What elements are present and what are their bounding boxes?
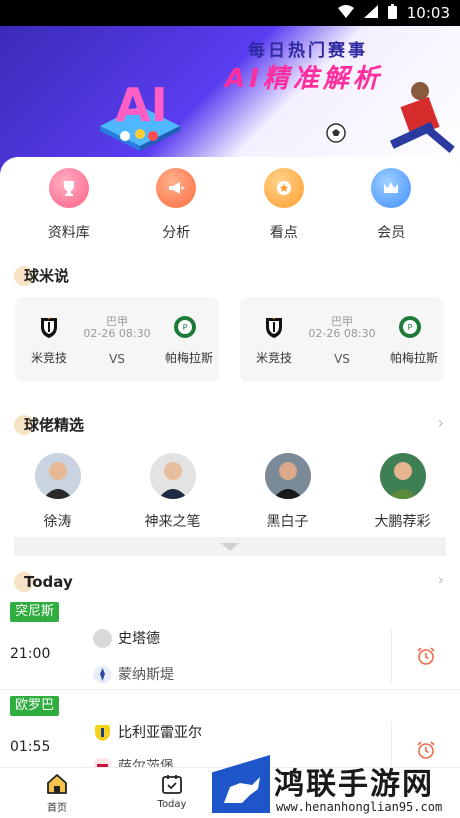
tab-home-label: 首页: [47, 803, 67, 814]
match-time: 01:55: [10, 739, 51, 755]
crown-icon: [371, 168, 412, 208]
expert-list: 徐涛 神来之笔 黑白子 大鹏荐彩: [0, 453, 460, 531]
alarm-clock-icon[interactable]: [416, 646, 436, 666]
avatar: [149, 453, 196, 499]
expert-name: 徐涛: [43, 514, 72, 530]
away-team-name: 蒙纳斯堤: [118, 667, 174, 683]
today-more-chevron-icon[interactable]: ›: [438, 570, 444, 589]
expert-name: 大鹏荐彩: [374, 514, 431, 530]
match-card[interactable]: P 巴甲 02-26 08:30 米竞技 VS 帕梅拉斯: [15, 297, 219, 382]
home-team: 比利亚雷亚尔: [93, 722, 202, 742]
tab-today-label: Today: [157, 799, 187, 810]
quick-item-database[interactable]: 资料库: [24, 168, 114, 242]
trophy-icon: [48, 168, 89, 208]
wifi-icon: [337, 4, 354, 22]
expert-name: 神来之笔: [144, 514, 201, 530]
team-logo-icon: [93, 665, 112, 683]
away-team-name: 帕梅拉斯: [164, 351, 213, 365]
home-icon: [47, 774, 67, 794]
battery-icon: [387, 3, 397, 23]
watermark-url: www.henanhonglian95.com: [276, 800, 443, 814]
experts-more-chevron-icon[interactable]: ›: [438, 413, 444, 432]
avatar: [34, 453, 81, 499]
status-bar: 10:03: [0, 0, 460, 26]
home-team: 史塔德: [93, 628, 160, 648]
signal-icon: [363, 4, 378, 22]
watermark-brand: 鸿联手游网: [274, 767, 434, 802]
league-tag: 突尼斯: [10, 602, 60, 622]
league-tag: 欧罗巴: [10, 696, 60, 716]
expert-name: 黑白子: [266, 514, 309, 530]
soccer-ball-icon: [326, 123, 346, 143]
tab-today[interactable]: Today: [142, 772, 202, 810]
watermark: 鸿联手游网 www.henanhonglian95.com: [212, 755, 460, 818]
banner-subheadline: AI精准解析: [225, 64, 383, 94]
quick-label-membership: 会员: [377, 225, 406, 241]
expert-item[interactable]: 大鹏荐彩: [353, 453, 453, 531]
section-title-experts: 球佬精选: [14, 414, 84, 435]
expert-item[interactable]: 神来之笔: [123, 453, 223, 531]
chevron-down-icon: [221, 543, 239, 551]
megaphone-icon: [156, 168, 197, 208]
quick-item-membership[interactable]: 会员: [346, 168, 436, 242]
expert-item[interactable]: 黑白子: [238, 453, 338, 531]
calendar-check-icon: [162, 775, 182, 794]
divider: [391, 628, 392, 684]
team-logo-icon: [93, 628, 112, 648]
promo-banner[interactable]: AI 每日热门赛事 AI精准解析: [0, 26, 460, 176]
quick-item-analysis[interactable]: 分析: [131, 168, 221, 242]
team-logo-icon: [95, 724, 110, 741]
home-team-name: 比利亚雷亚尔: [118, 725, 202, 741]
row-divider: [0, 689, 460, 690]
medal-icon: [263, 168, 304, 208]
quick-menu: 资料库 分析 看点 会员: [0, 168, 460, 242]
status-time: 10:03: [406, 4, 450, 22]
match-card[interactable]: P 巴甲 02-26 08:30 米竞技 VS 帕梅拉斯: [240, 297, 444, 382]
avatar: [264, 453, 311, 499]
avatar: [379, 453, 426, 499]
section-title-qiumi: 球米说: [14, 265, 69, 286]
expert-item[interactable]: 徐涛: [8, 453, 108, 531]
banner-ai-text: AI: [115, 78, 168, 132]
quick-label-database: 资料库: [47, 225, 90, 241]
away-team: 蒙纳斯堤: [93, 664, 174, 684]
tab-home[interactable]: 首页: [27, 772, 87, 814]
quick-label-highlights: 看点: [269, 225, 298, 241]
expand-toggle[interactable]: [14, 537, 446, 556]
match-time: 02-26 08:30: [308, 327, 376, 340]
quick-item-highlights[interactable]: 看点: [239, 168, 329, 242]
away-team-name: 帕梅拉斯: [389, 351, 438, 365]
match-time: 02-26 08:30: [83, 327, 151, 340]
ai-chip-illustration: AI: [100, 78, 180, 151]
bull-logo-icon: [224, 777, 260, 803]
match-time: 21:00: [10, 646, 51, 662]
section-title-today: Today: [14, 572, 73, 592]
quick-label-analysis: 分析: [162, 225, 191, 241]
home-team-name: 史塔德: [118, 631, 160, 647]
